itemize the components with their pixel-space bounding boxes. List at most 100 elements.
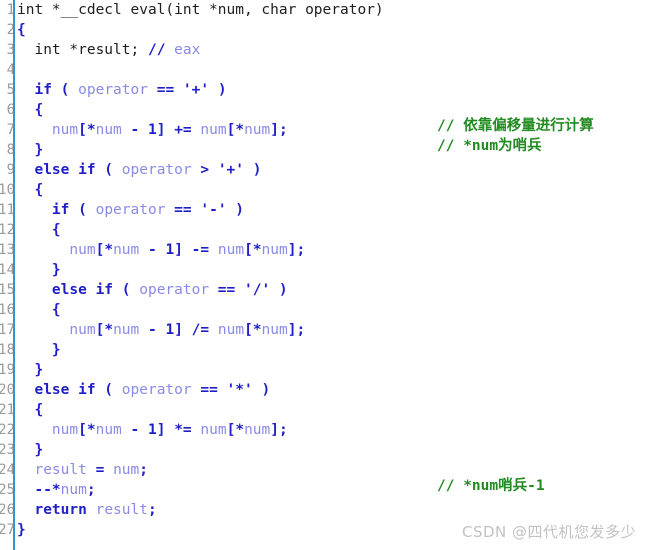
- code-token: num: [69, 242, 96, 258]
- code-token: num: [261, 322, 288, 338]
- line-number: 5: [6, 82, 15, 98]
- code-token: *: [252, 322, 262, 338]
- code-token: {: [34, 182, 44, 198]
- code-token: if: [51, 202, 70, 218]
- csdn-watermark: CSDN @四代机您发多少: [462, 523, 637, 541]
- code-token: num: [217, 242, 245, 258]
- code-line[interactable]: }: [17, 140, 654, 160]
- code-token: num: [95, 422, 122, 438]
- decompiler-pseudocode-view[interactable]: 1234567891011121314151617181920212223242…: [0, 0, 654, 550]
- code-token: num: [261, 242, 288, 258]
- line-number: 13: [0, 242, 15, 258]
- code-token: -: [121, 122, 148, 138]
- code-line[interactable]: int *__cdecl eval(int *num, char operato…: [17, 0, 654, 20]
- code-token: num: [69, 322, 96, 338]
- line-number-gutter: 1234567891011121314151617181920212223242…: [0, 0, 15, 550]
- line-number: 9: [6, 162, 15, 178]
- code-token: ]: [174, 242, 192, 258]
- code-token: [: [78, 422, 87, 438]
- code-token: ];: [270, 422, 288, 438]
- code-token: 1: [165, 242, 175, 258]
- code-line[interactable]: else if ( operator == '*' ): [17, 380, 654, 400]
- code-line[interactable]: --*num;: [17, 480, 654, 500]
- code-line[interactable]: num[*num - 1] -= num[*num];: [17, 240, 654, 260]
- code-token: if: [34, 82, 52, 98]
- code-line[interactable]: if ( operator == '+' ): [17, 80, 654, 100]
- code-token: num: [51, 122, 79, 138]
- code-token: ];: [287, 242, 306, 258]
- code-token: eax: [165, 42, 201, 58]
- code-token: ): [226, 202, 245, 218]
- code-token: =: [86, 462, 114, 478]
- code-token: '+': [217, 162, 245, 178]
- code-token: *: [252, 242, 262, 258]
- code-line[interactable]: {: [17, 400, 654, 420]
- code-line[interactable]: num[*num - 1] *= num[*num];: [17, 420, 654, 440]
- code-token: operator: [121, 382, 192, 398]
- code-text-area[interactable]: int *__cdecl eval(int *num, char operato…: [17, 0, 654, 550]
- code-token: operator: [78, 82, 148, 98]
- code-token: num: [217, 322, 245, 338]
- code-token: else if: [51, 282, 114, 298]
- code-token: ;: [147, 502, 157, 518]
- code-token: (: [69, 202, 96, 218]
- code-line[interactable]: int *result; // eax: [17, 40, 654, 60]
- code-token: num: [200, 122, 227, 138]
- code-token: num: [113, 242, 140, 258]
- line-number: 24: [0, 462, 15, 478]
- code-line[interactable]: num[*num - 1] /= num[*num];: [17, 320, 654, 340]
- code-line[interactable]: {: [17, 180, 654, 200]
- code-line[interactable]: {: [17, 220, 654, 240]
- code-line[interactable]: else if ( operator == '/' ): [17, 280, 654, 300]
- side-comment: // *num为哨兵: [437, 138, 542, 154]
- code-token: {: [51, 302, 61, 318]
- code-token: *: [86, 422, 96, 438]
- code-line[interactable]: {: [17, 300, 654, 320]
- code-token: -: [139, 242, 166, 258]
- code-token: (: [113, 282, 140, 298]
- code-line[interactable]: }: [17, 440, 654, 460]
- code-line[interactable]: result = num;: [17, 460, 654, 480]
- code-token: *: [86, 122, 96, 138]
- code-token: else if: [34, 162, 96, 178]
- code-token: *=: [174, 422, 192, 438]
- code-line[interactable]: else if ( operator > '+' ): [17, 160, 654, 180]
- code-line[interactable]: }: [17, 260, 654, 280]
- code-token: ;: [139, 462, 148, 478]
- code-token: int *__cdecl eval(int *num, char operato…: [17, 2, 384, 18]
- line-number: 27: [0, 522, 15, 538]
- code-token: --*: [34, 482, 61, 498]
- code-line[interactable]: return result;: [17, 500, 654, 520]
- code-token: ): [209, 82, 227, 98]
- code-token: }: [17, 522, 26, 538]
- line-number: 11: [0, 202, 15, 218]
- code-token: '*': [226, 382, 253, 398]
- code-token: ): [252, 382, 271, 398]
- code-token: }: [51, 262, 61, 278]
- line-number: 7: [6, 122, 15, 138]
- code-line[interactable]: }: [17, 340, 654, 360]
- code-token: 1: [148, 122, 157, 138]
- code-line[interactable]: [17, 60, 654, 80]
- code-line[interactable]: if ( operator == '-' ): [17, 200, 654, 220]
- line-number: 21: [0, 402, 15, 418]
- code-token: ];: [270, 122, 288, 138]
- line-number: 18: [0, 342, 15, 358]
- code-token: num: [51, 422, 79, 438]
- code-token: ;: [86, 482, 96, 498]
- code-token: {: [17, 22, 26, 38]
- code-line[interactable]: }: [17, 360, 654, 380]
- code-line[interactable]: {: [17, 20, 654, 40]
- code-token: *: [235, 422, 245, 438]
- line-number: 26: [0, 502, 15, 518]
